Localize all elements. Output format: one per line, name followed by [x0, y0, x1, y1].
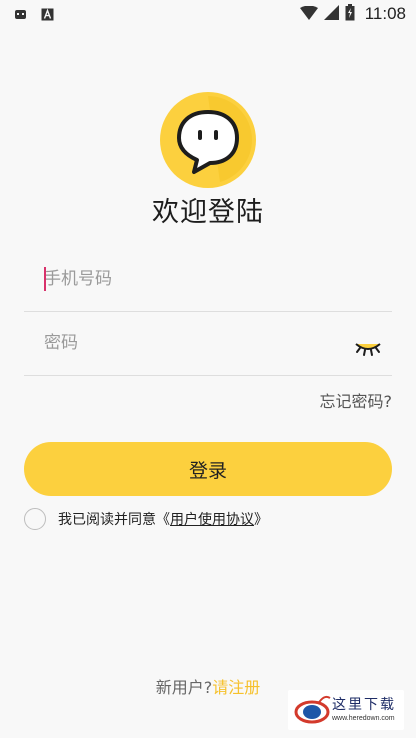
- password-field[interactable]: [24, 322, 392, 376]
- watermark-url: www.heredown.com: [332, 715, 395, 722]
- phone-field[interactable]: [24, 258, 392, 312]
- app-logo: [160, 92, 256, 188]
- status-left-icons: [14, 8, 54, 21]
- new-user-prefix: 新用户?: [155, 678, 213, 697]
- notification-icon: [14, 8, 27, 21]
- chat-bubble-logo-icon: [160, 92, 256, 188]
- status-clock: 11:08: [364, 4, 406, 23]
- agreement-row: 我已阅读并同意 《 用户使用协议 》: [24, 507, 268, 531]
- register-link[interactable]: 请注册: [212, 678, 260, 697]
- agreement-prefix: 我已阅读并同意: [58, 512, 156, 528]
- password-input[interactable]: [44, 328, 344, 358]
- status-right-icons: 11:08: [299, 3, 406, 25]
- closed-eye-icon: [355, 343, 381, 356]
- watermark: 这里下载 www.heredown.com: [288, 690, 404, 730]
- wifi-icon: [299, 5, 318, 24]
- forgot-password-link[interactable]: 忘记密码?: [320, 388, 393, 412]
- text-a-icon: [41, 8, 54, 21]
- status-bar: 11:08: [0, 0, 416, 28]
- welcome-title: 欢迎登陆: [152, 197, 264, 228]
- login-button[interactable]: 登录: [24, 442, 392, 496]
- agreement-checkbox[interactable]: [24, 508, 46, 530]
- watermark-logo-icon: [294, 695, 331, 724]
- agreement-open-bracket: 《: [156, 512, 170, 528]
- watermark-site-name: 这里下载: [332, 697, 396, 713]
- signal-icon: [323, 4, 339, 24]
- user-agreement-link[interactable]: 用户使用协议: [170, 509, 254, 529]
- text-cursor: [44, 267, 46, 291]
- phone-input[interactable]: [44, 264, 344, 294]
- battery-icon: [345, 3, 355, 25]
- password-visibility-toggle[interactable]: [354, 338, 382, 358]
- agreement-close-bracket: 》: [254, 512, 268, 528]
